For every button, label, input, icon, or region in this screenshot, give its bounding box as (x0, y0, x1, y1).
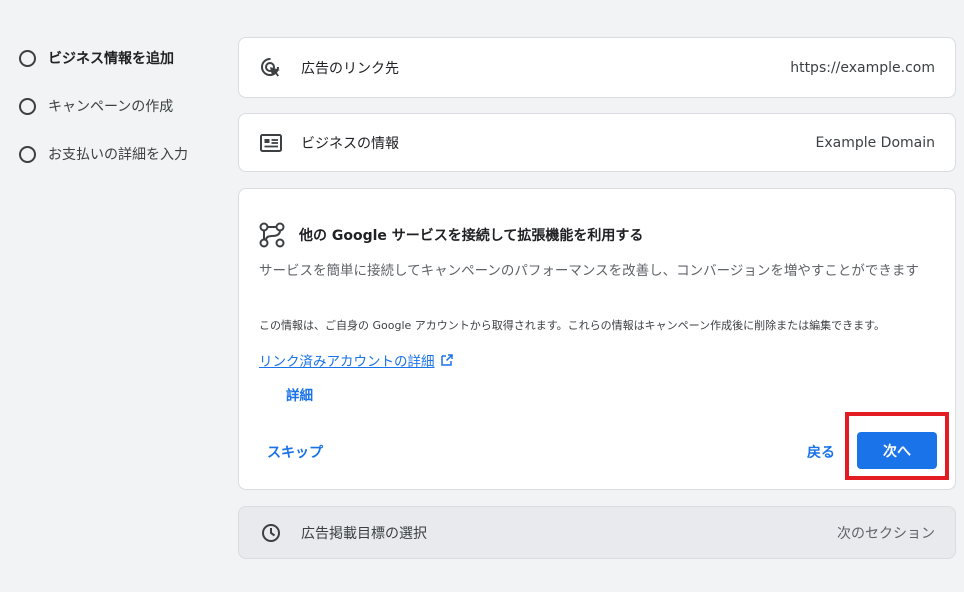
step-add-business-info[interactable]: ビジネス情報を追加 (19, 46, 188, 70)
step-label: キャンペーンの作成 (48, 99, 174, 115)
ad-goal-card[interactable]: 広告掲載目標の選択 次のセクション (238, 506, 956, 559)
step-label: ビジネス情報を追加 (48, 51, 174, 67)
cursor-target-icon (259, 56, 283, 80)
step-circle-icon (19, 97, 36, 115)
next-button[interactable]: 次へ (857, 432, 937, 469)
business-card-icon (259, 131, 283, 155)
connect-header: 他の Google サービスを接続して拡張機能を利用する (259, 222, 643, 248)
skip-button[interactable]: スキップ (267, 442, 323, 462)
destination-url: https://example.com (790, 59, 935, 76)
link-label: リンク済みアカウントの詳細 (259, 354, 435, 370)
linked-accounts-link[interactable]: リンク済みアカウントの詳細 (259, 350, 453, 370)
setup-stepper: ビジネス情報を追加 キャンペーンの作成 お支払いの詳細を入力 (19, 46, 188, 190)
card-title: ビジネスの情報 (301, 135, 399, 152)
step-label: お支払いの詳細を入力 (48, 147, 188, 163)
business-info-card[interactable]: ビジネスの情報 Example Domain (238, 113, 956, 172)
connect-note: この情報は、ご自身の Google アカウントから取得されます。これらの情報はキ… (259, 319, 886, 332)
connect-description: サービスを簡単に接続してキャンペーンのパフォーマンスを改善し、コンバージョンを増… (259, 263, 919, 279)
ad-destination-card[interactable]: 広告のリンク先 https://example.com (238, 37, 956, 98)
card-title: 広告のリンク先 (301, 60, 399, 77)
card-title: 他の Google サービスを接続して拡張機能を利用する (299, 228, 644, 244)
step-enter-payment[interactable]: お支払いの詳細を入力 (19, 142, 188, 166)
connection-icon (259, 222, 285, 248)
connect-services-card: 他の Google サービスを接続して拡張機能を利用する サービスを簡単に接続し… (238, 188, 956, 490)
card-title: 広告掲載目標の選択 (301, 525, 427, 542)
back-button[interactable]: 戻る (807, 442, 835, 462)
next-section-label: 次のセクション (837, 525, 935, 542)
step-circle-icon (19, 49, 36, 67)
business-name: Example Domain (815, 134, 935, 151)
step-circle-icon (19, 145, 36, 163)
clock-icon (259, 521, 283, 545)
external-link-icon (440, 354, 453, 366)
details-button[interactable]: 詳細 (286, 384, 313, 404)
step-create-campaign[interactable]: キャンペーンの作成 (19, 94, 188, 118)
